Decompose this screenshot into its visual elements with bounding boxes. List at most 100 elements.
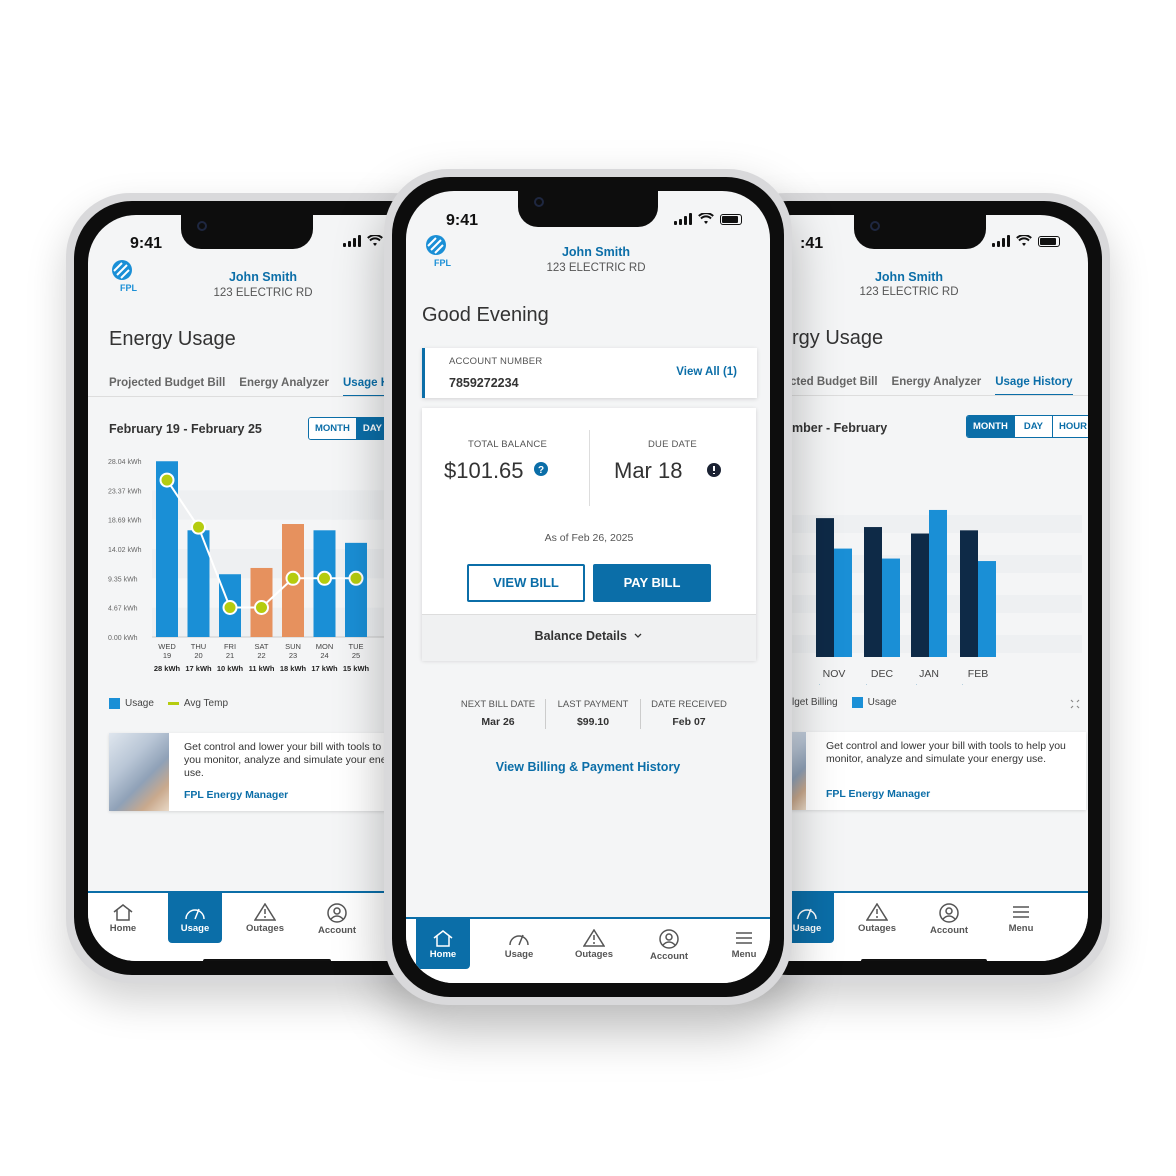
nav-outages[interactable]: Outages <box>567 919 621 969</box>
y-tick-label: 4.67 kWh <box>108 606 138 613</box>
tab-projected-budget-bill[interactable]: cted Budget Bill <box>790 376 878 396</box>
gauge-icon <box>185 908 205 920</box>
status-time: :41 <box>800 235 824 252</box>
signal-icon <box>674 213 692 225</box>
promo-link[interactable]: FPL Energy Manager <box>184 789 288 801</box>
account-card[interactable]: ACCOUNT NUMBER 7859272234 View All (1) <box>422 348 757 398</box>
legend-usage: Usage <box>109 698 154 709</box>
battery-icon <box>720 213 742 225</box>
expand-icon[interactable] <box>1070 699 1080 709</box>
value-label: 28 kWh <box>154 664 181 673</box>
nav-outages[interactable]: Outages <box>850 893 904 943</box>
value-label: $101.65 <box>960 684 997 685</box>
user-address: 123 ELECTRIC RD <box>546 262 646 274</box>
bar-budget-feb <box>960 530 978 657</box>
y-tick-label: 28.04 kWh <box>108 459 142 466</box>
bar-wed <box>156 461 178 637</box>
tab-projected-budget-bill[interactable]: Projected Budget Bill <box>109 377 225 397</box>
status-time: 9:41 <box>130 235 163 252</box>
nav-usage[interactable]: Usage <box>492 919 546 969</box>
view-bill-button[interactable]: VIEW BILL <box>467 564 585 602</box>
camera-icon <box>870 221 880 231</box>
help-icon[interactable]: ? <box>533 462 548 476</box>
x-tick-day: SAT <box>254 642 268 651</box>
value-label: $111.44 <box>816 684 851 685</box>
promo-image <box>109 733 169 811</box>
balance-divider <box>589 430 590 506</box>
value-label: 15 kWh <box>343 664 370 673</box>
wifi-icon <box>367 235 383 246</box>
toggle-month[interactable]: MONTH <box>967 416 1015 437</box>
nav-home-label: Home <box>429 949 457 960</box>
toggle-day[interactable]: DAY <box>1014 416 1054 437</box>
nav-outages-label: Outages <box>574 949 613 960</box>
avg-temp-point <box>254 599 269 615</box>
x-tick-day: THU <box>191 642 206 651</box>
nav-menu-label: Menu <box>731 949 757 960</box>
fpl-logo: FPL <box>112 260 138 293</box>
toggle-month[interactable]: MONTH <box>309 418 357 439</box>
toggle-hour[interactable]: HOUR <box>1053 416 1088 437</box>
avg-temp-point <box>348 570 364 586</box>
user-name[interactable]: John Smith <box>844 270 974 284</box>
tab-energy-analyzer[interactable]: Energy Analyzer <box>239 377 329 397</box>
nav-account[interactable]: Account <box>310 893 364 943</box>
bar-budget-jan <box>911 533 929 657</box>
user-name[interactable]: John Smith <box>531 245 661 259</box>
bar-tue <box>345 542 367 637</box>
nav-outages[interactable]: Outages <box>238 893 292 943</box>
nav-account[interactable]: Account <box>922 893 976 943</box>
next-bill-date-value: Mar 26 <box>481 716 515 728</box>
avg-temp-point <box>317 570 332 586</box>
promo-text: Get control and lower your bill with too… <box>826 740 1066 766</box>
y-tick-label: 23.37 kWh <box>108 488 142 495</box>
monthly-billing-chart: NOV $111.44 DEC $104.28 JAN $99.10 FEB $101.65 <box>782 509 1082 685</box>
nav-home[interactable]: Home <box>96 893 150 943</box>
legend-budget-billing: lget Billing <box>792 697 838 709</box>
tab-energy-analyzer[interactable]: Energy Analyzer <box>892 376 982 396</box>
energy-manager-promo[interactable]: Get control and lower your bill with too… <box>774 732 1086 810</box>
nav-account[interactable]: Account <box>642 919 696 969</box>
battery-icon <box>1038 235 1060 247</box>
account-number-label: ACCOUNT NUMBER <box>449 356 543 367</box>
legend-usage-swatch <box>109 698 120 709</box>
phone-screen: 9:41 FPL John Smith 123 ELECTRIC RD Good… <box>406 191 770 983</box>
warning-icon <box>254 903 276 921</box>
legend-usage-swatch <box>851 697 863 708</box>
nav-account-label: Account <box>650 951 688 962</box>
x-tick-day: WED <box>158 642 176 651</box>
bottom-nav: Home Usage Outages Account <box>88 891 434 961</box>
nav-home[interactable]: Home <box>416 919 470 969</box>
date-range: February 19 - February 25 <box>109 422 262 436</box>
next-bill-date-label: NEXT BILL DATE <box>460 699 536 710</box>
view-all-link[interactable]: View All (1) <box>676 366 737 378</box>
last-payment: LAST PAYMENT $99.10 <box>551 699 635 728</box>
date-received-label: DATE RECEIVED <box>651 699 727 710</box>
info-divider <box>640 699 641 729</box>
nav-menu[interactable]: Menu <box>717 919 770 969</box>
x-tick-label: JAN <box>919 668 939 680</box>
menu-icon <box>736 932 752 944</box>
daily-usage-chart: 28.04 kWh 23.37 kWh 18.69 kWh 14.02 kWh 9.35… <box>108 459 402 673</box>
legend-avg-temp: Avg Temp <box>167 698 228 709</box>
avg-temp-point <box>159 472 175 488</box>
user-name[interactable]: John Smith <box>198 270 328 284</box>
nav-usage[interactable]: Usage <box>168 893 222 943</box>
as-of-date: As of Feb 26, 2025 <box>544 532 634 544</box>
balance-details-bar[interactable]: Balance Details <box>422 614 756 661</box>
warning-icon <box>583 929 605 947</box>
energy-manager-promo[interactable]: Get control and lower your bill with too… <box>109 733 409 811</box>
promo-link[interactable]: FPL Energy Manager <box>826 788 930 800</box>
alert-icon[interactable] <box>707 463 721 477</box>
phone-screen: :41 John Smith 123 ELECTRIC RD rgy Usage… <box>744 215 1088 961</box>
last-payment-value: $99.10 <box>576 716 610 728</box>
billing-history-link[interactable]: View Billing & Payment History <box>406 760 770 774</box>
value-label: 10 kWh <box>217 664 244 673</box>
value-label: 11 kWh <box>249 664 275 673</box>
tab-divider <box>744 395 1088 396</box>
pay-bill-button[interactable]: PAY BILL <box>593 564 711 602</box>
tab-usage-history[interactable]: Usage History <box>995 376 1073 396</box>
date-received: DATE RECEIVED Feb 07 <box>644 699 734 728</box>
nav-menu[interactable]: Menu <box>994 893 1048 943</box>
menu-icon <box>1013 906 1029 918</box>
